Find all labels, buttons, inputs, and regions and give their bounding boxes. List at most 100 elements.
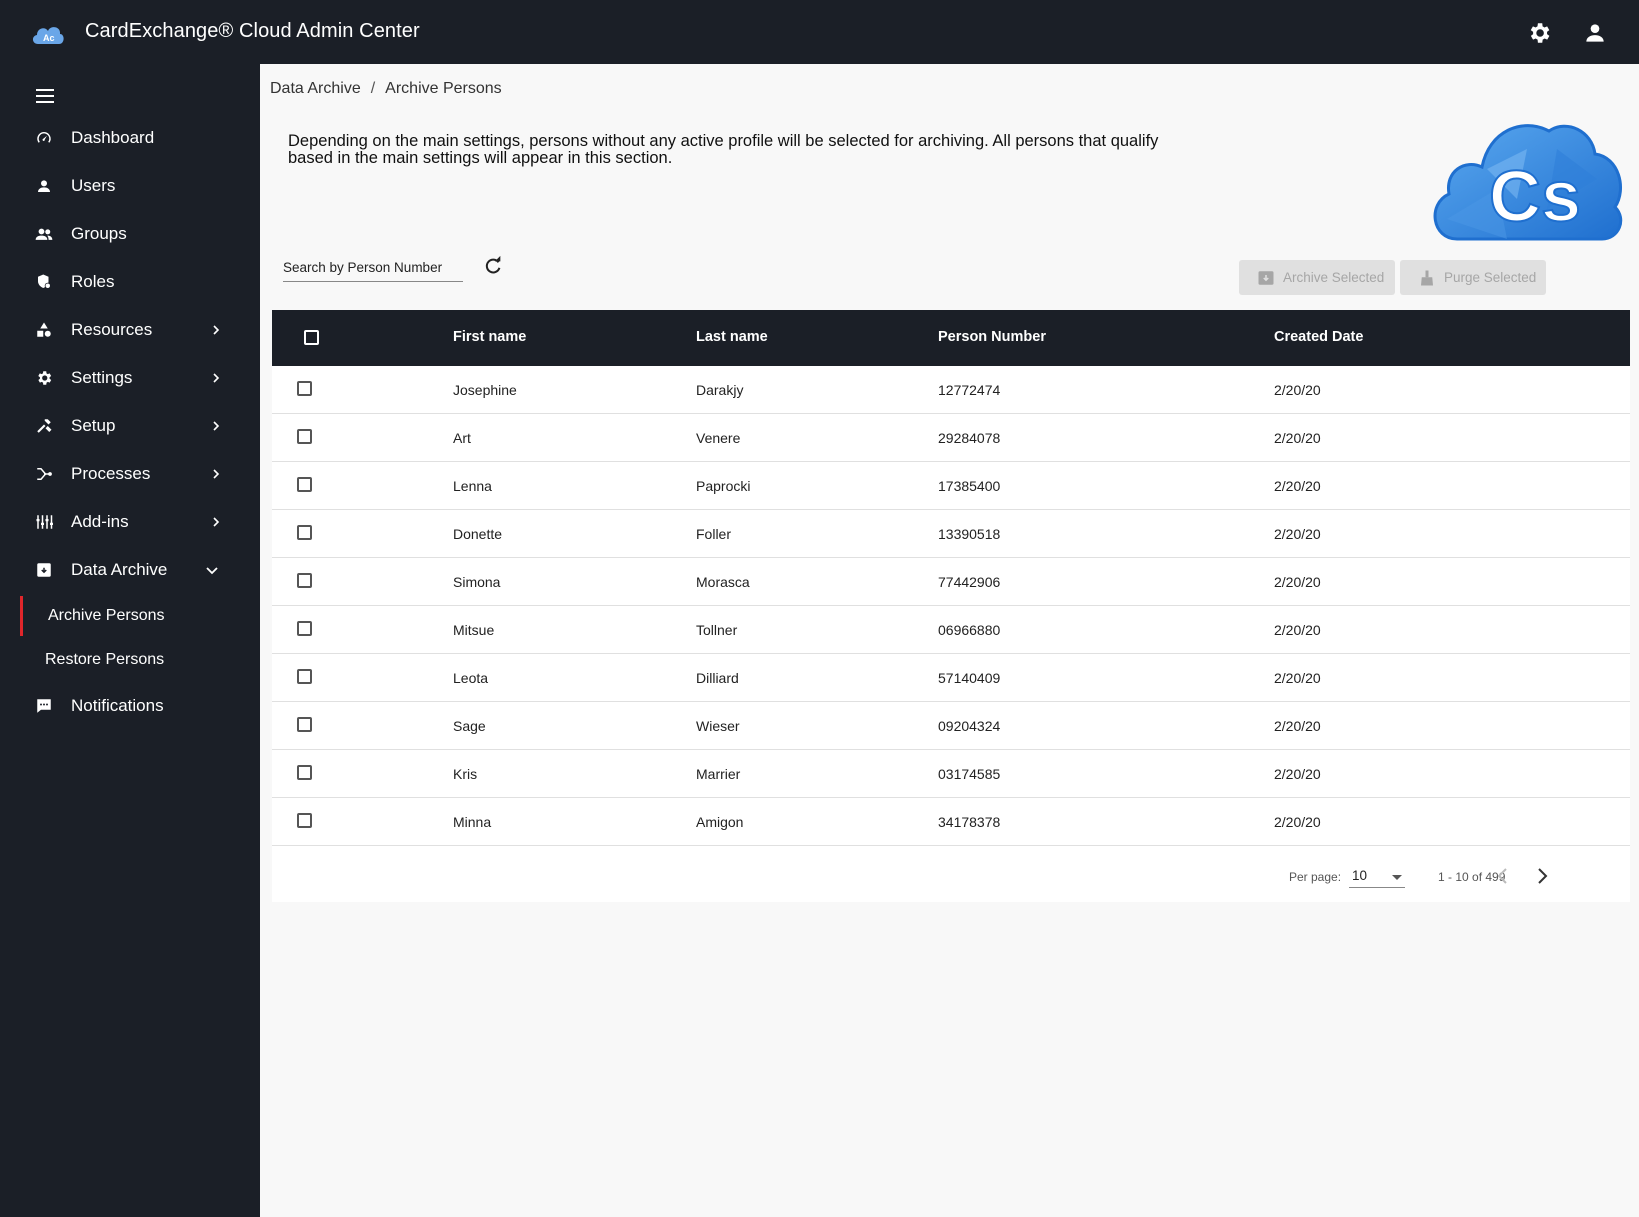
chevron-right-icon (213, 421, 220, 431)
chevron-down-icon (206, 567, 218, 575)
cell-created-date: 2/20/20 (1274, 430, 1321, 446)
chevron-right-icon (213, 373, 220, 383)
app-title: CardExchange® Cloud Admin Center (85, 20, 420, 42)
sidebar-item-groups[interactable]: Groups (0, 212, 260, 256)
table-row[interactable]: Simona Morasca 77442906 2/20/20 (272, 558, 1630, 606)
cell-person-number: 03174585 (938, 766, 1001, 782)
group-icon (33, 223, 55, 245)
cell-person-number: 29284078 (938, 430, 1001, 446)
cell-last-name: Venere (696, 430, 741, 446)
row-checkbox[interactable] (297, 813, 312, 828)
row-checkbox[interactable] (297, 429, 312, 444)
cardexchange-cloud-logo: Cs (1433, 124, 1623, 241)
cell-first-name: Josephine (453, 382, 517, 398)
row-checkbox[interactable] (297, 765, 312, 780)
sidebar-item-addins[interactable]: Add-ins (0, 500, 260, 544)
cell-last-name: Amigon (696, 814, 744, 830)
column-header-first-name[interactable]: First name (453, 329, 526, 345)
cell-created-date: 2/20/20 (1274, 622, 1321, 638)
sidebar-item-label: Settings (71, 368, 133, 387)
search-input[interactable] (283, 254, 463, 280)
sidebar-item-users[interactable]: Users (0, 164, 260, 208)
table-row[interactable]: Art Venere 29284078 2/20/20 (272, 414, 1630, 462)
sidebar-item-resources[interactable]: Resources (0, 308, 260, 352)
breadcrumb-current: Archive Persons (385, 80, 502, 97)
sidebar: Dashboard Users Groups Roles Resources S… (0, 64, 260, 1217)
purge-selected-label: Purge Selected (1444, 270, 1537, 285)
cell-first-name: Donette (453, 526, 503, 542)
breadcrumb-parent[interactable]: Data Archive (270, 80, 361, 98)
sidebar-item-setup[interactable]: Setup (0, 404, 260, 448)
table-row[interactable]: Josephine Darakjy 12772474 2/20/20 (272, 366, 1630, 414)
sidebar-item-roles[interactable]: Roles (0, 260, 260, 304)
cell-first-name: Art (453, 430, 471, 446)
sidebar-item-settings[interactable]: Settings (0, 356, 260, 400)
row-checkbox[interactable] (297, 525, 312, 540)
table-row[interactable]: Minna Amigon 34178378 2/20/20 (272, 798, 1630, 846)
column-header-person-number[interactable]: Person Number (938, 329, 1046, 345)
cell-last-name: Morasca (696, 574, 750, 590)
sidebar-subitem-restore-persons[interactable]: Restore Persons (0, 640, 260, 680)
column-header-created-date[interactable]: Created Date (1274, 329, 1363, 345)
sidebar-item-data-archive[interactable]: Data Archive (0, 548, 260, 592)
cell-created-date: 2/20/20 (1274, 814, 1321, 830)
cell-first-name: Mitsue (453, 622, 495, 638)
dropdown-caret-icon (1392, 875, 1402, 880)
roles-icon (33, 271, 55, 293)
row-checkbox[interactable] (297, 477, 312, 492)
table-header: First name Last name Person Number Creat… (272, 310, 1630, 366)
svg-text:Ac: Ac (43, 33, 55, 43)
table-row[interactable]: Sage Wieser 09204324 2/20/20 (272, 702, 1630, 750)
hamburger-icon[interactable] (33, 84, 57, 108)
sidebar-subitem-archive-persons[interactable]: Archive Persons (0, 596, 260, 636)
cell-last-name: Tollner (696, 622, 738, 638)
next-page-icon[interactable] (1530, 864, 1554, 888)
table-pagination: Per page: 10 1 - 10 of 499 (272, 846, 1630, 902)
sidebar-item-label: Add-ins (71, 512, 129, 531)
gear-icon[interactable] (1526, 20, 1552, 46)
cell-last-name: Darakjy (696, 382, 744, 398)
dashboard-icon (33, 127, 55, 149)
table-row[interactable]: Leota Dilliard 57140409 2/20/20 (272, 654, 1630, 702)
sidebar-item-label: Roles (71, 272, 115, 291)
column-header-last-name[interactable]: Last name (696, 329, 768, 345)
cell-last-name: Foller (696, 526, 732, 542)
addins-icon (33, 511, 55, 533)
archive-selected-button[interactable]: Archive Selected (1239, 260, 1395, 295)
table-body: Josephine Darakjy 12772474 2/20/20 Art Venere… (272, 366, 1630, 846)
sidebar-item-dashboard[interactable]: Dashboard (0, 116, 260, 160)
purge-selected-button[interactable]: Purge Selected (1400, 260, 1546, 295)
chevron-right-icon (213, 517, 220, 527)
previous-page-icon[interactable] (1491, 864, 1515, 888)
resources-icon (33, 319, 55, 341)
account-icon[interactable] (1582, 20, 1608, 46)
cell-first-name: Minna (453, 814, 492, 830)
per-page-select[interactable]: 10 (1349, 866, 1405, 888)
table-row[interactable]: Donette Foller 13390518 2/20/20 (272, 510, 1630, 558)
cell-created-date: 2/20/20 (1274, 526, 1321, 542)
notification-icon (33, 695, 55, 717)
cell-created-date: 2/20/20 (1274, 382, 1321, 398)
sidebar-item-label: Dashboard (71, 128, 155, 147)
sidebar-subitem-label: Restore Persons (45, 651, 165, 668)
table-row[interactable]: Kris Marrier 03174585 2/20/20 (272, 750, 1630, 798)
sidebar-subitem-label: Archive Persons (48, 607, 165, 624)
search-field (283, 254, 463, 282)
table-row[interactable]: Lenna Paprocki 17385400 2/20/20 (272, 462, 1630, 510)
breadcrumb: Data Archive / Archive Persons (270, 80, 502, 98)
row-checkbox[interactable] (297, 381, 312, 396)
archive-selected-label: Archive Selected (1283, 270, 1385, 285)
select-all-checkbox[interactable] (304, 330, 319, 345)
sidebar-item-processes[interactable]: Processes (0, 452, 260, 496)
row-checkbox[interactable] (297, 573, 312, 588)
row-checkbox[interactable] (297, 669, 312, 684)
user-icon (33, 175, 55, 197)
refresh-icon[interactable] (482, 255, 504, 277)
row-checkbox[interactable] (297, 717, 312, 732)
sidebar-item-notifications[interactable]: Notifications (0, 684, 260, 728)
table-row[interactable]: Mitsue Tollner 06966880 2/20/20 (272, 606, 1630, 654)
cell-created-date: 2/20/20 (1274, 670, 1321, 686)
per-page-label: Per page: (1289, 870, 1342, 884)
row-checkbox[interactable] (297, 621, 312, 636)
cell-created-date: 2/20/20 (1274, 718, 1321, 734)
